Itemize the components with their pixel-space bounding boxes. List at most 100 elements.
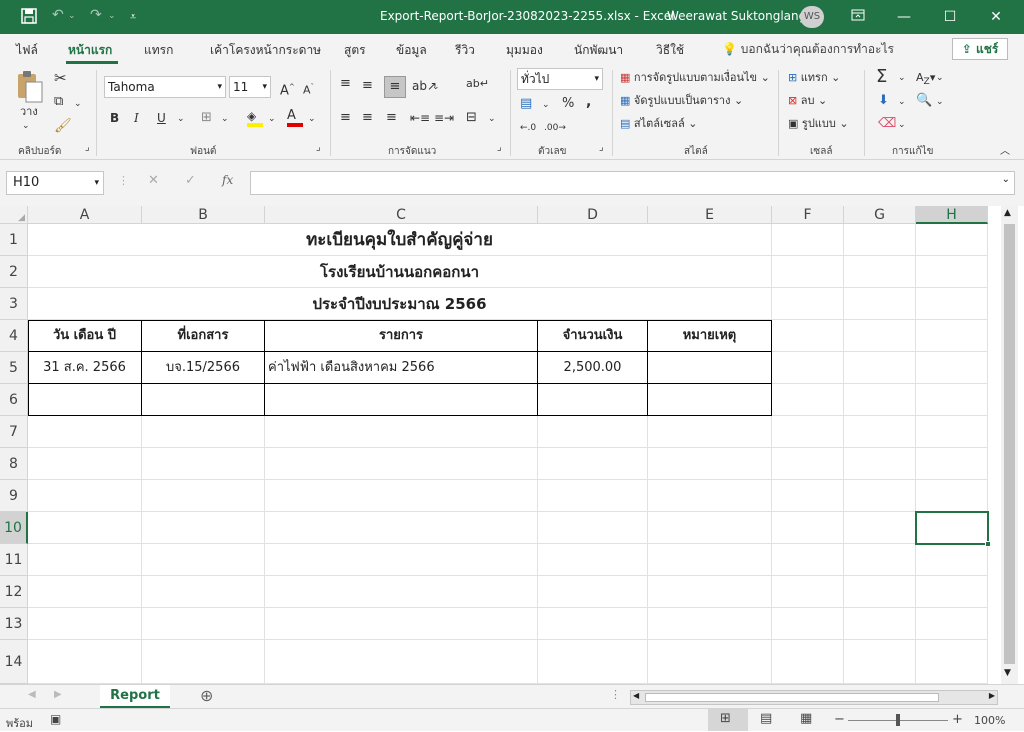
cell-b11[interactable] bbox=[142, 544, 265, 576]
tab-home[interactable]: หน้าแรก bbox=[68, 41, 112, 60]
maximize-icon[interactable]: ☐ bbox=[938, 6, 962, 28]
row-header-6[interactable]: 6 bbox=[0, 384, 28, 416]
cell-h10[interactable] bbox=[916, 512, 988, 544]
italic-icon[interactable]: I bbox=[134, 108, 139, 128]
table-cell-r1-c5[interactable] bbox=[648, 352, 772, 384]
row-header-11[interactable]: 11 bbox=[0, 544, 28, 576]
cell-a7[interactable] bbox=[28, 416, 142, 448]
font-color-dropdown-icon[interactable]: ⌄ bbox=[308, 109, 316, 129]
name-box[interactable]: H10 ▾ bbox=[6, 171, 104, 195]
cell-f13[interactable] bbox=[772, 608, 844, 640]
column-header-c[interactable]: C bbox=[265, 206, 538, 224]
cell-g8[interactable] bbox=[844, 448, 916, 480]
zoom-slider-thumb[interactable] bbox=[896, 714, 900, 726]
fill-icon[interactable]: ⬇ bbox=[878, 91, 889, 111]
cell-e14[interactable] bbox=[648, 640, 772, 684]
sort-filter-icon[interactable]: AZ▾ bbox=[916, 68, 935, 88]
cell-a11[interactable] bbox=[28, 544, 142, 576]
close-icon[interactable]: ✕ bbox=[984, 6, 1008, 28]
cell-f11[interactable] bbox=[772, 544, 844, 576]
cell-g7[interactable] bbox=[844, 416, 916, 448]
table-header-5[interactable]: หมายเหตุ bbox=[648, 320, 772, 352]
report-title-2[interactable]: โรงเรียนบ้านนอกคอกนา bbox=[28, 256, 772, 288]
cell-d8[interactable] bbox=[538, 448, 648, 480]
format-painter-icon[interactable]: 🖌 bbox=[54, 116, 72, 136]
sheet-tab-report[interactable]: Report bbox=[100, 685, 170, 709]
cell-c14[interactable] bbox=[265, 640, 538, 684]
sort-filter-dropdown-icon[interactable]: ⌄ bbox=[936, 68, 944, 88]
cell-f6[interactable] bbox=[772, 384, 844, 416]
tab-help[interactable]: วิธีใช้ bbox=[656, 41, 684, 60]
normal-view-icon[interactable]: ⊞ bbox=[720, 711, 731, 726]
accounting-dropdown-icon[interactable]: ⌄ bbox=[542, 95, 550, 115]
copy-dropdown-icon[interactable]: ⌄ bbox=[74, 94, 82, 114]
cell-d14[interactable] bbox=[538, 640, 648, 684]
cell-d7[interactable] bbox=[538, 416, 648, 448]
cell-g14[interactable] bbox=[844, 640, 916, 684]
table-header-4[interactable]: จำนวนเงิน bbox=[538, 320, 648, 352]
tab-data[interactable]: ข้อมูล bbox=[396, 41, 427, 60]
next-sheet-icon[interactable]: ▶ bbox=[54, 689, 62, 700]
increase-decimal-icon[interactable]: ←.0 bbox=[520, 118, 536, 138]
report-title-3[interactable]: ประจำปีงบประมาณ 2566 bbox=[28, 288, 772, 320]
tab-page-layout[interactable]: เค้าโครงหน้ากระดาษ bbox=[210, 41, 321, 60]
alignment-launcher-icon[interactable]: ⌟ bbox=[497, 142, 502, 153]
cell-c11[interactable] bbox=[265, 544, 538, 576]
tab-review[interactable]: รีวิว bbox=[455, 41, 475, 60]
cell-g9[interactable] bbox=[844, 480, 916, 512]
underline-dropdown-icon[interactable]: ⌄ bbox=[177, 109, 185, 129]
increase-font-size-icon[interactable]: A^ bbox=[280, 77, 295, 98]
cell-b10[interactable] bbox=[142, 512, 265, 544]
cell-b7[interactable] bbox=[142, 416, 265, 448]
insert-cells-button[interactable]: ⊞ แทรก ⌄ bbox=[788, 68, 840, 88]
table-header-2[interactable]: ที่เอกสาร bbox=[142, 320, 265, 352]
find-select-dropdown-icon[interactable]: ⌄ bbox=[936, 92, 944, 112]
autosum-dropdown-icon[interactable]: ⌄ bbox=[898, 68, 906, 88]
font-size-select[interactable]: 11 ▾ bbox=[229, 76, 271, 98]
align-right-icon[interactable]: ≡ bbox=[386, 108, 397, 128]
collapse-ribbon-icon[interactable]: ︿ bbox=[1000, 142, 1010, 162]
user-avatar[interactable]: WS bbox=[800, 6, 824, 28]
cell-b14[interactable] bbox=[142, 640, 265, 684]
cell-d13[interactable] bbox=[538, 608, 648, 640]
row-header-14[interactable]: 14 bbox=[0, 640, 28, 684]
row-header-3[interactable]: 3 bbox=[0, 288, 28, 320]
previous-sheet-icon[interactable]: ◀ bbox=[28, 689, 36, 700]
percent-style-icon[interactable]: % bbox=[562, 94, 574, 114]
borders-dropdown-icon[interactable]: ⌄ bbox=[221, 109, 229, 129]
expand-formula-bar-icon[interactable]: ⌄ bbox=[1002, 174, 1010, 185]
cancel-icon[interactable]: ✕ bbox=[148, 173, 159, 188]
cell-h4[interactable] bbox=[916, 320, 988, 352]
cell-h5[interactable] bbox=[916, 352, 988, 384]
cell-c13[interactable] bbox=[265, 608, 538, 640]
cell-g2[interactable] bbox=[844, 256, 916, 288]
decrease-font-size-icon[interactable]: Aˇ bbox=[303, 77, 314, 97]
accounting-format-icon[interactable]: ▤ bbox=[520, 94, 532, 114]
insert-function-icon[interactable]: fx bbox=[222, 173, 233, 187]
cell-g1[interactable] bbox=[844, 224, 916, 256]
cell-f5[interactable] bbox=[772, 352, 844, 384]
vertical-scrollbar[interactable]: ▲ ▼ bbox=[1001, 206, 1018, 684]
align-left-icon[interactable]: ≡ bbox=[340, 108, 351, 128]
cell-b8[interactable] bbox=[142, 448, 265, 480]
cell-c12[interactable] bbox=[265, 576, 538, 608]
paste-dropdown-icon[interactable]: ⌄ bbox=[22, 116, 30, 136]
cell-g3[interactable] bbox=[844, 288, 916, 320]
row-header-5[interactable]: 5 bbox=[0, 352, 28, 384]
cell-h3[interactable] bbox=[916, 288, 988, 320]
cell-g13[interactable] bbox=[844, 608, 916, 640]
cell-f2[interactable] bbox=[772, 256, 844, 288]
font-color-icon[interactable]: A bbox=[287, 106, 305, 128]
borders-icon[interactable]: ⊞ bbox=[201, 108, 212, 128]
table-cell-r2-c5[interactable] bbox=[648, 384, 772, 416]
cell-h9[interactable] bbox=[916, 480, 988, 512]
column-header-d[interactable]: D bbox=[538, 206, 648, 224]
cell-g10[interactable] bbox=[844, 512, 916, 544]
cell-h7[interactable] bbox=[916, 416, 988, 448]
save-icon[interactable] bbox=[20, 7, 38, 27]
cell-f1[interactable] bbox=[772, 224, 844, 256]
column-header-g[interactable]: G bbox=[844, 206, 916, 224]
number-format-select[interactable]: ทั่วไป ▾ bbox=[517, 68, 603, 90]
cell-b12[interactable] bbox=[142, 576, 265, 608]
cell-e13[interactable] bbox=[648, 608, 772, 640]
